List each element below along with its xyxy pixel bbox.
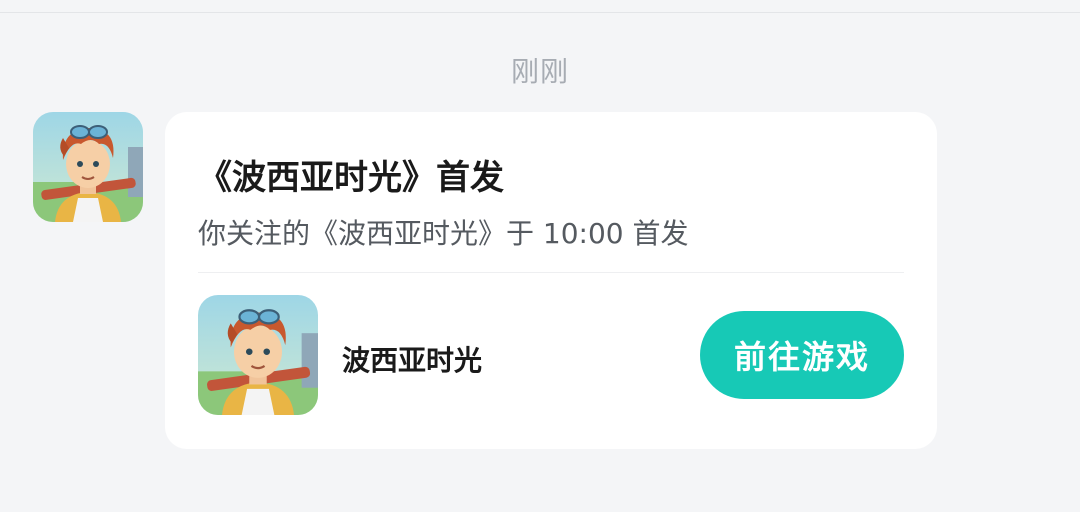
sender-avatar[interactable]	[33, 112, 143, 222]
message-timestamp: 刚刚	[510, 55, 569, 88]
top-divider	[0, 12, 1080, 13]
go-to-game-button[interactable]: 前往游戏	[700, 311, 904, 399]
game-character-icon	[198, 295, 318, 415]
game-name: 波西亚时光	[342, 344, 483, 377]
game-icon[interactable]	[198, 295, 318, 415]
game-character-icon	[33, 112, 143, 222]
notification-title: 《波西亚时光》首发	[198, 158, 504, 198]
notification-card[interactable]: 《波西亚时光》首发 你关注的《波西亚时光》于 10:00 首发 波西亚时光 前往…	[165, 112, 937, 449]
card-divider	[198, 272, 904, 273]
notification-body: 你关注的《波西亚时光》于 10:00 首发	[198, 217, 689, 250]
